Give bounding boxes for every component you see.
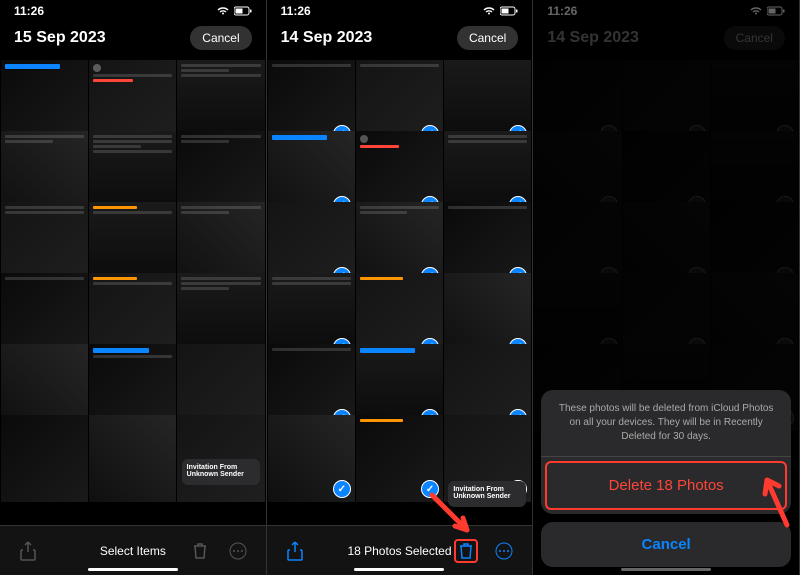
screen-delete-confirm: 11:26 14 Sep 2023 Cancel These photos wi… [533,0,800,575]
invitation-title: Invitation From Unknown Sender [187,464,255,478]
annotation-arrow [427,490,477,540]
screen-select-mode: 11:26 15 Sep 2023 Cancel Invitation From… [0,0,267,575]
trash-button [188,539,212,563]
header: 15 Sep 2023 Cancel [0,20,266,60]
sheet-message: These photos will be deleted from iCloud… [541,390,791,457]
invitation-card: Invitation From Unknown Sender [182,459,260,485]
status-icons [482,6,518,16]
bottom-label: Select Items [100,544,166,558]
photo-thumbnail[interactable] [89,415,176,502]
check-icon [333,480,351,498]
status-bar: 11:26 [267,0,533,20]
date-title: 15 Sep 2023 [14,29,106,47]
photo-grid [267,60,533,485]
trash-icon [458,542,474,560]
photo-thumbnail-selected[interactable] [268,415,355,502]
cancel-button[interactable]: Cancel [457,26,518,50]
ellipsis-icon [229,542,247,560]
home-indicator [88,568,178,571]
date-title: 14 Sep 2023 [281,29,373,47]
share-button [16,539,40,563]
status-icons [216,6,252,16]
annotation-arrow [757,470,797,530]
share-button[interactable] [283,539,307,563]
cancel-button[interactable]: Cancel [190,26,251,50]
status-bar: 11:26 [0,0,266,20]
trash-button[interactable] [454,539,478,563]
battery-icon [500,6,518,16]
screen-selected: 11:26 14 Sep 2023 Cancel Invitation From… [267,0,534,575]
status-time: 11:26 [281,4,311,18]
ellipsis-icon [495,542,513,560]
wifi-icon [482,6,496,16]
more-button[interactable] [492,539,516,563]
sheet-cancel-button[interactable]: Cancel [541,522,791,567]
more-button [226,539,250,563]
photo-thumbnail[interactable] [1,415,88,502]
share-icon [19,541,37,561]
trash-icon [192,542,208,560]
bottom-label: 18 Photos Selected [347,544,451,558]
share-icon [286,541,304,561]
battery-icon [234,6,252,16]
wifi-icon [216,6,230,16]
photo-grid [0,60,266,485]
delete-photos-button[interactable]: Delete 18 Photos [545,461,787,510]
header: 14 Sep 2023 Cancel [267,20,533,60]
action-sheet: These photos will be deleted from iCloud… [541,390,791,567]
home-indicator [354,568,444,571]
status-time: 11:26 [14,4,44,18]
